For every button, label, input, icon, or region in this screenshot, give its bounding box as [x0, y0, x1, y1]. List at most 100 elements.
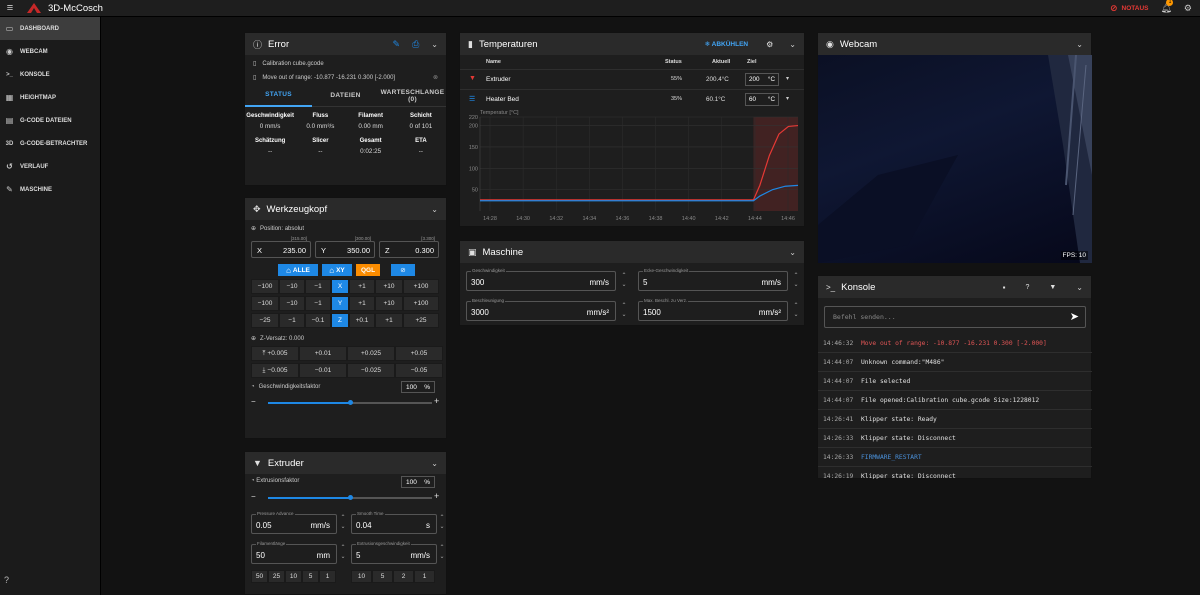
- minus-icon[interactable]: −: [251, 492, 256, 501]
- z-offset-up-1[interactable]: +0.01: [299, 346, 347, 361]
- machine-stepper[interactable]: ⌃ ⌄: [620, 272, 628, 290]
- plus-icon[interactable]: +: [434, 396, 439, 406]
- filament-length-stepper[interactable]: ⌃ ⌄: [339, 544, 347, 562]
- filament-length-preset-1[interactable]: 1: [319, 570, 336, 583]
- print-icon[interactable]: ⎙: [412, 39, 419, 50]
- machine-field-1[interactable]: Ecke-Geschwindigkeit 5 mm/s: [638, 268, 788, 291]
- close-icon[interactable]: ⊗: [433, 74, 438, 81]
- motors-off-button[interactable]: ⊘: [391, 264, 415, 276]
- home-alle-button[interactable]: ⌂ ALLE: [278, 264, 318, 276]
- chevron-down-icon[interactable]: ▾: [786, 95, 789, 102]
- extrusion-slider[interactable]: − +: [245, 490, 446, 506]
- cooldown-button[interactable]: ❄ ABKÜHLEN: [705, 40, 749, 48]
- smooth-time-field[interactable]: Smooth Time 0.04 s: [351, 511, 437, 534]
- notifications-button[interactable]: 🔔︎ 1: [1160, 0, 1174, 14]
- jog-x-0[interactable]: −100: [251, 279, 279, 294]
- sidebar-item-maschine[interactable]: ✎ MASCHINE: [0, 178, 100, 201]
- tab-2[interactable]: WARTESCHLANGE (0): [379, 85, 446, 107]
- jog-z-5[interactable]: +1: [375, 313, 403, 328]
- machine-stepper[interactable]: ⌃ ⌄: [620, 302, 628, 320]
- smooth-time-stepper[interactable]: ⌃ ⌄: [438, 514, 446, 532]
- emergency-stop-button[interactable]: ⊘ NOTAUS: [1110, 3, 1149, 14]
- jog-x-6[interactable]: +100: [403, 279, 439, 294]
- settings-icon[interactable]: ⚙: [766, 40, 773, 49]
- jog-axis-z[interactable]: Z: [331, 313, 349, 328]
- menu-icon[interactable]: ≡: [0, 2, 20, 14]
- extrusion-speed-stepper[interactable]: ⌃ ⌄: [438, 544, 446, 562]
- jog-x-2[interactable]: −1: [305, 279, 331, 294]
- chevron-down-icon[interactable]: ⌄: [431, 459, 438, 468]
- jog-z-4[interactable]: +0.1: [349, 313, 375, 328]
- help-icon[interactable]: ?: [4, 575, 9, 585]
- extrusion-speed-preset-2[interactable]: 2: [393, 570, 414, 583]
- extrusion-speed-preset-5[interactable]: 5: [372, 570, 393, 583]
- jog-x-5[interactable]: +10: [375, 279, 403, 294]
- z-offset-up-3[interactable]: +0.05: [395, 346, 443, 361]
- machine-stepper[interactable]: ⌃ ⌄: [792, 272, 800, 290]
- jog-axis-y[interactable]: Y: [331, 296, 349, 311]
- filter-icon[interactable]: ▼: [1049, 284, 1056, 291]
- chevron-down-icon[interactable]: ⌄: [789, 40, 796, 49]
- chevron-down-icon[interactable]: ▾: [786, 75, 789, 82]
- jog-y-4[interactable]: +1: [349, 296, 375, 311]
- jog-y-6[interactable]: +100: [403, 296, 439, 311]
- clean-icon[interactable]: ✎: [393, 39, 401, 50]
- jog-z-6[interactable]: +25: [403, 313, 439, 328]
- jog-z-0[interactable]: −25: [251, 313, 279, 328]
- filament-length-preset-10[interactable]: 10: [285, 570, 302, 583]
- chevron-down-icon[interactable]: ⌄: [431, 40, 438, 49]
- speed-slider[interactable]: − +: [245, 392, 446, 410]
- z-offset-up-0[interactable]: ⤒ +0.005: [251, 346, 299, 361]
- jog-y-2[interactable]: −1: [305, 296, 331, 311]
- target-temp-input[interactable]: 200 °C: [745, 73, 779, 86]
- speed-slider-thumb[interactable]: [347, 400, 353, 405]
- machine-field-3[interactable]: Max. Beschl. zu Verz. 1500 mm/s²: [638, 298, 788, 321]
- minus-icon[interactable]: −: [251, 397, 256, 406]
- jog-y-0[interactable]: −100: [251, 296, 279, 311]
- machine-field-2[interactable]: Beschleunigung 3000 mm/s²: [466, 298, 616, 321]
- sidebar-item-verlauf[interactable]: ↺ VERLAUF: [0, 155, 100, 178]
- home-qgl-button[interactable]: QGL: [356, 264, 380, 276]
- home-xy-button[interactable]: ⌂ XY: [322, 264, 352, 276]
- extrusion-speed-field[interactable]: Extrusionsgeschwindigkeit 5 mm/s: [351, 541, 437, 564]
- machine-field-0[interactable]: Geschwindigkeit 300 mm/s: [466, 268, 616, 291]
- position-x-field[interactable]: [315.00] X 235.00: [251, 236, 311, 258]
- settings-icon[interactable]: ⚙: [1184, 3, 1192, 14]
- tab-0[interactable]: STATUS: [245, 85, 312, 107]
- extrusion-speed-preset-1[interactable]: 1: [414, 570, 435, 583]
- extrusion-speed-preset-10[interactable]: 10: [351, 570, 372, 583]
- filament-length-preset-50[interactable]: 50: [251, 570, 268, 583]
- send-icon[interactable]: ➤: [1070, 310, 1079, 323]
- machine-stepper[interactable]: ⌃ ⌄: [792, 302, 800, 320]
- filament-length-preset-5[interactable]: 5: [302, 570, 319, 583]
- filament-length-field[interactable]: Filamentlänge 50 mm: [251, 541, 337, 564]
- extrusion-slider-thumb[interactable]: [347, 495, 353, 500]
- plus-icon[interactable]: +: [434, 491, 439, 501]
- jog-z-2[interactable]: −0.1: [305, 313, 331, 328]
- jog-y-5[interactable]: +10: [375, 296, 403, 311]
- sidebar-item-heightmap[interactable]: ▦ HEIGHTMAP: [0, 86, 100, 109]
- pressure-advance-field[interactable]: Pressure Advance 0.05 mm/s: [251, 511, 337, 534]
- filament-length-preset-25[interactable]: 25: [268, 570, 285, 583]
- chevron-down-icon[interactable]: ⌄: [1076, 40, 1083, 49]
- pressure-advance-stepper[interactable]: ⌃ ⌄: [339, 514, 347, 532]
- z-offset-up-2[interactable]: +0.025: [347, 346, 395, 361]
- trash-icon[interactable]: ▪: [1003, 283, 1006, 292]
- help-icon[interactable]: ?: [1025, 284, 1029, 291]
- console-input[interactable]: Befehl senden... ➤: [824, 306, 1086, 328]
- chevron-down-icon[interactable]: ⌄: [789, 248, 796, 257]
- jog-y-1[interactable]: −10: [279, 296, 305, 311]
- sidebar-item-g-code-dateien[interactable]: ▤ G-CODE DATEIEN: [0, 109, 100, 132]
- target-temp-input[interactable]: 60 °C: [745, 93, 779, 106]
- sidebar-item-webcam[interactable]: ◉ WEBCAM: [0, 40, 100, 63]
- jog-z-1[interactable]: −1: [279, 313, 305, 328]
- sidebar-item-dashboard[interactable]: ▭ DASHBOARD: [0, 17, 100, 40]
- sidebar-item-konsole[interactable]: >_ KONSOLE: [0, 63, 100, 86]
- chevron-down-icon[interactable]: ⌄: [1076, 283, 1083, 292]
- sidebar-item-g-code-betrachter[interactable]: 3D G-CODE-BETRACHTER: [0, 132, 100, 155]
- jog-x-4[interactable]: +1: [349, 279, 375, 294]
- chevron-down-icon[interactable]: ⌄: [431, 205, 438, 214]
- jog-axis-x[interactable]: X: [331, 279, 349, 294]
- extrusion-factor-input[interactable]: 100%: [401, 476, 435, 488]
- position-y-field[interactable]: [300.00] Y 350.00: [315, 236, 375, 258]
